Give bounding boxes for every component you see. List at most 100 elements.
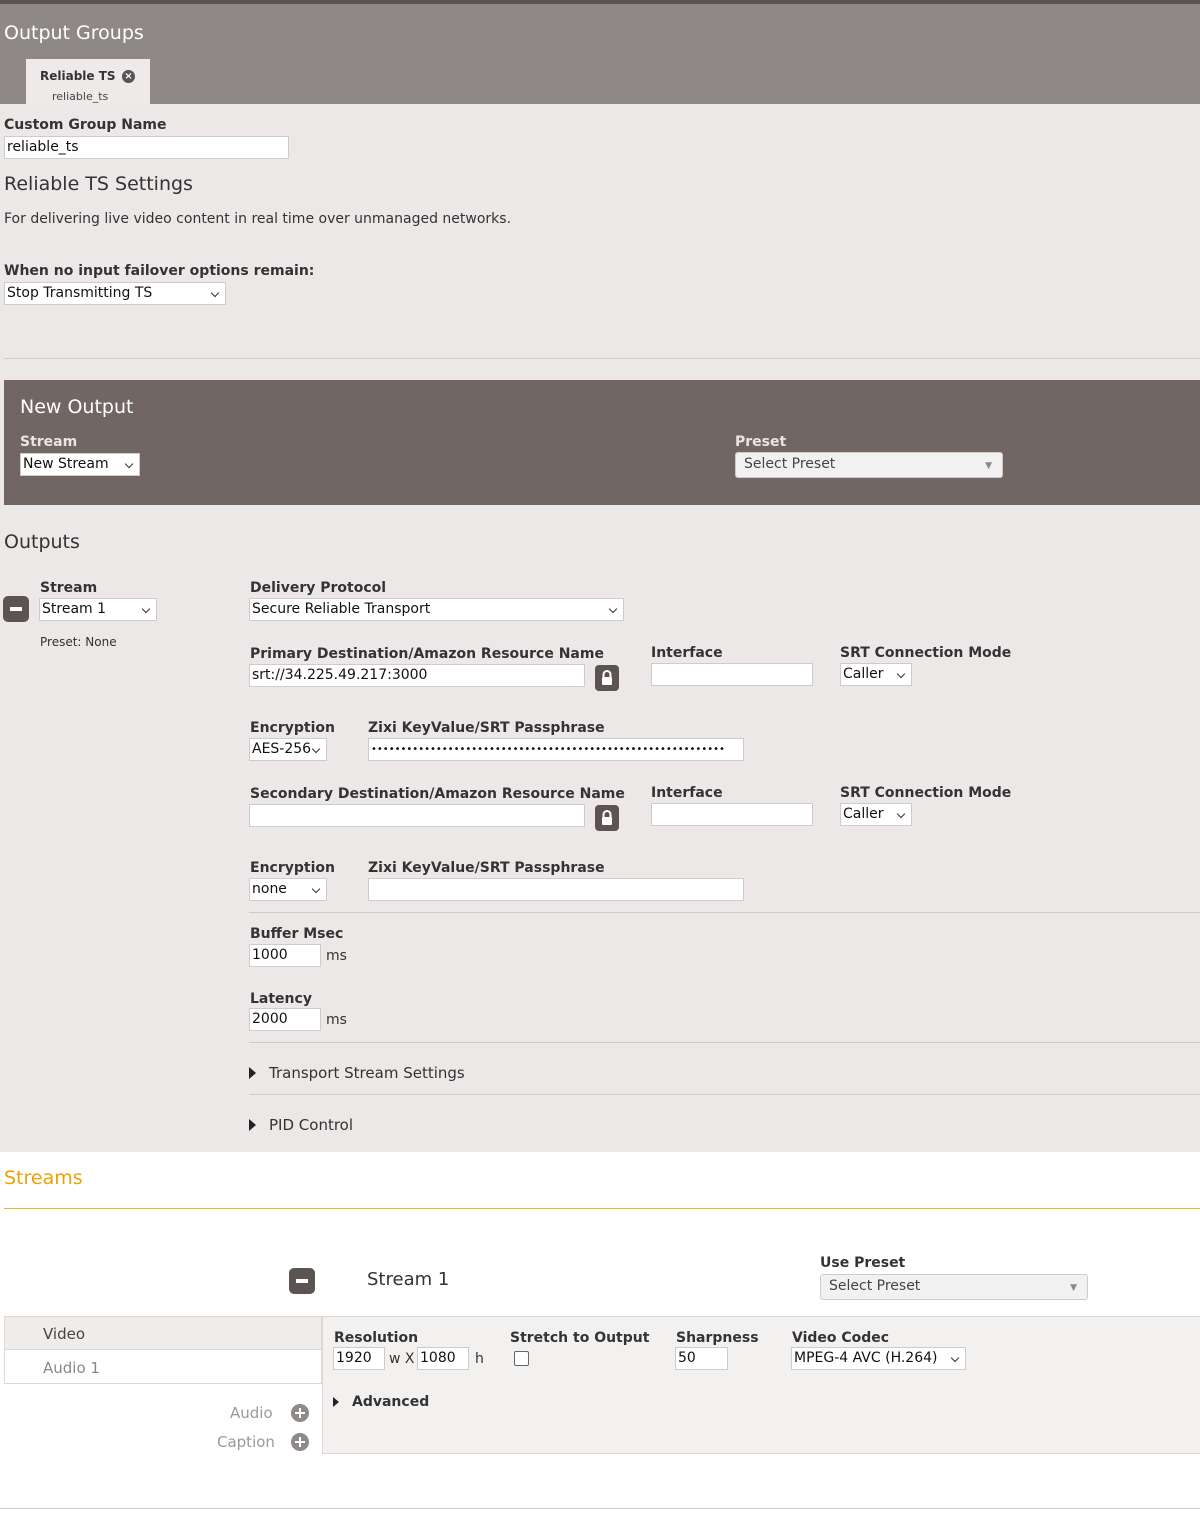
video-codec-select[interactable]: MPEG-4 AVC (H.264): [791, 1347, 966, 1370]
primary-interface-input[interactable]: [651, 663, 813, 686]
stream-tab-video[interactable]: Video: [5, 1317, 321, 1350]
custom-group-name-input[interactable]: reliable_ts: [4, 136, 289, 159]
reliable-ts-description: For delivering live video content in rea…: [4, 211, 512, 227]
section-divider: [249, 912, 1200, 913]
primary-srt-mode-label: SRT Connection Mode: [840, 645, 1012, 661]
primary-srt-mode-select[interactable]: Caller: [840, 663, 912, 686]
failover-label: When no input failover options remain:: [4, 263, 315, 279]
new-output-stream-select[interactable]: New Stream: [20, 453, 140, 476]
secondary-encryption-select[interactable]: none: [249, 878, 327, 901]
dropdown-arrow-icon: ▼: [985, 461, 992, 471]
secondary-interface-input[interactable]: [651, 803, 813, 826]
output-preset-info: Preset: None: [40, 635, 117, 649]
primary-destination-label: Primary Destination/Amazon Resource Name: [250, 646, 604, 662]
section-divider: [249, 1042, 1200, 1043]
stream-tab-audio-1[interactable]: Audio 1: [5, 1351, 321, 1384]
expand-triangle-icon: [333, 1397, 339, 1407]
secondary-destination-label: Secondary Destination/Amazon Resource Na…: [250, 786, 625, 802]
bottom-divider: [0, 1508, 1200, 1509]
new-output-preset-select[interactable]: Select Preset ▼: [735, 452, 1003, 478]
video-settings-panel: [322, 1316, 1200, 1454]
section-divider: [4, 358, 1200, 359]
output-groups-header: Output Groups Reliable TS × reliable_ts: [0, 0, 1200, 109]
buffer-msec-label: Buffer Msec: [250, 926, 344, 942]
primary-encryption-label: Encryption: [250, 720, 335, 736]
add-audio-label: Audio: [230, 1404, 273, 1422]
add-audio-button[interactable]: Audio: [210, 1402, 315, 1424]
new-output-preset-label: Preset: [735, 434, 787, 450]
primary-passphrase-input[interactable]: ••••••••••••••••••••••••••••••••••••••••…: [368, 738, 744, 761]
expand-triangle-icon: [249, 1119, 256, 1131]
output-group-settings: [0, 104, 1200, 1152]
output-stream-label: Stream: [40, 580, 98, 596]
stream-tabs: Video Audio 1: [4, 1316, 322, 1384]
use-preset-select[interactable]: Select Preset ▼: [820, 1274, 1088, 1300]
dropdown-arrow-icon: ▼: [1070, 1283, 1077, 1293]
output-group-tab-reliable-ts[interactable]: Reliable TS × reliable_ts: [26, 59, 150, 109]
pid-control-toggle[interactable]: PID Control: [249, 1112, 389, 1138]
stream-name: Stream 1: [367, 1269, 450, 1290]
secondary-destination-input[interactable]: [249, 804, 585, 827]
sharpness-input[interactable]: 50: [675, 1347, 728, 1370]
failover-select[interactable]: Stop Transmitting TS: [4, 282, 226, 305]
lock-icon: [602, 810, 612, 825]
primary-destination-input[interactable]: srt://34.225.49.217:3000: [249, 664, 585, 687]
new-output-stream-label: Stream: [20, 434, 78, 450]
primary-passphrase-label: Zixi KeyValue/SRT Passphrase: [368, 720, 605, 736]
stream-tab-audio-1-label: Audio 1: [43, 1359, 100, 1377]
secondary-credentials-button[interactable]: [595, 805, 619, 831]
output-groups-title: Output Groups: [4, 22, 144, 44]
stream-tab-video-label: Video: [43, 1325, 86, 1343]
secondary-srt-mode-label: SRT Connection Mode: [840, 785, 1012, 801]
transport-stream-settings-label: Transport Stream Settings: [269, 1064, 465, 1082]
stretch-to-output-checkbox[interactable]: [514, 1351, 529, 1366]
plus-circle-icon: [291, 1404, 309, 1422]
outputs-title: Outputs: [4, 531, 80, 553]
delivery-protocol-label: Delivery Protocol: [250, 580, 387, 596]
latency-input[interactable]: 2000: [249, 1008, 321, 1031]
latency-label: Latency: [250, 991, 312, 1007]
secondary-srt-mode-select[interactable]: Caller: [840, 803, 912, 826]
output-stream-select[interactable]: Stream 1: [39, 598, 157, 621]
resolution-height-input[interactable]: 1080: [417, 1347, 469, 1370]
lock-icon: [602, 670, 612, 685]
resolution-height-unit: h: [475, 1351, 484, 1367]
secondary-passphrase-label: Zixi KeyValue/SRT Passphrase: [368, 860, 605, 876]
pid-control-label: PID Control: [269, 1116, 354, 1134]
new-output-title: New Output: [20, 396, 134, 418]
secondary-encryption-label: Encryption: [250, 860, 335, 876]
secondary-interface-label: Interface: [651, 785, 723, 801]
add-caption-button[interactable]: Caption: [210, 1431, 315, 1453]
add-caption-label: Caption: [217, 1433, 275, 1451]
new-output-preset-value: Select Preset: [744, 456, 836, 472]
buffer-msec-input[interactable]: 1000: [249, 944, 321, 967]
use-preset-label: Use Preset: [820, 1255, 906, 1271]
resolution-width-unit: w X: [389, 1351, 415, 1367]
advanced-label: Advanced: [352, 1394, 430, 1410]
video-codec-label: Video Codec: [792, 1330, 890, 1346]
use-preset-value: Select Preset: [829, 1278, 921, 1294]
latency-unit: ms: [326, 1012, 347, 1028]
custom-group-name-label: Custom Group Name: [4, 117, 167, 133]
buffer-msec-unit: ms: [326, 948, 347, 964]
transport-stream-settings-toggle[interactable]: Transport Stream Settings: [249, 1060, 469, 1086]
plus-circle-icon: [291, 1433, 309, 1451]
resolution-label: Resolution: [334, 1330, 419, 1346]
streams-divider: [4, 1208, 1200, 1209]
secondary-passphrase-input[interactable]: [368, 878, 744, 901]
output-group-tab-name: Reliable TS: [40, 69, 116, 83]
section-divider: [249, 1094, 1200, 1095]
expand-triangle-icon: [249, 1067, 256, 1079]
resolution-width-input[interactable]: 1920: [333, 1347, 385, 1370]
streams-title: Streams: [4, 1167, 83, 1189]
close-icon[interactable]: ×: [122, 70, 135, 83]
remove-output-button[interactable]: [3, 596, 29, 622]
primary-credentials-button[interactable]: [595, 665, 619, 691]
reliable-ts-settings-title: Reliable TS Settings: [4, 173, 193, 195]
sharpness-label: Sharpness: [676, 1330, 759, 1346]
advanced-toggle[interactable]: Advanced: [333, 1392, 433, 1414]
remove-stream-button[interactable]: [289, 1268, 315, 1294]
delivery-protocol-select[interactable]: Secure Reliable Transport: [249, 598, 624, 621]
primary-encryption-select[interactable]: AES-256: [249, 738, 327, 761]
new-output-panel: New Output Stream New Stream Preset Sele…: [4, 380, 1200, 505]
